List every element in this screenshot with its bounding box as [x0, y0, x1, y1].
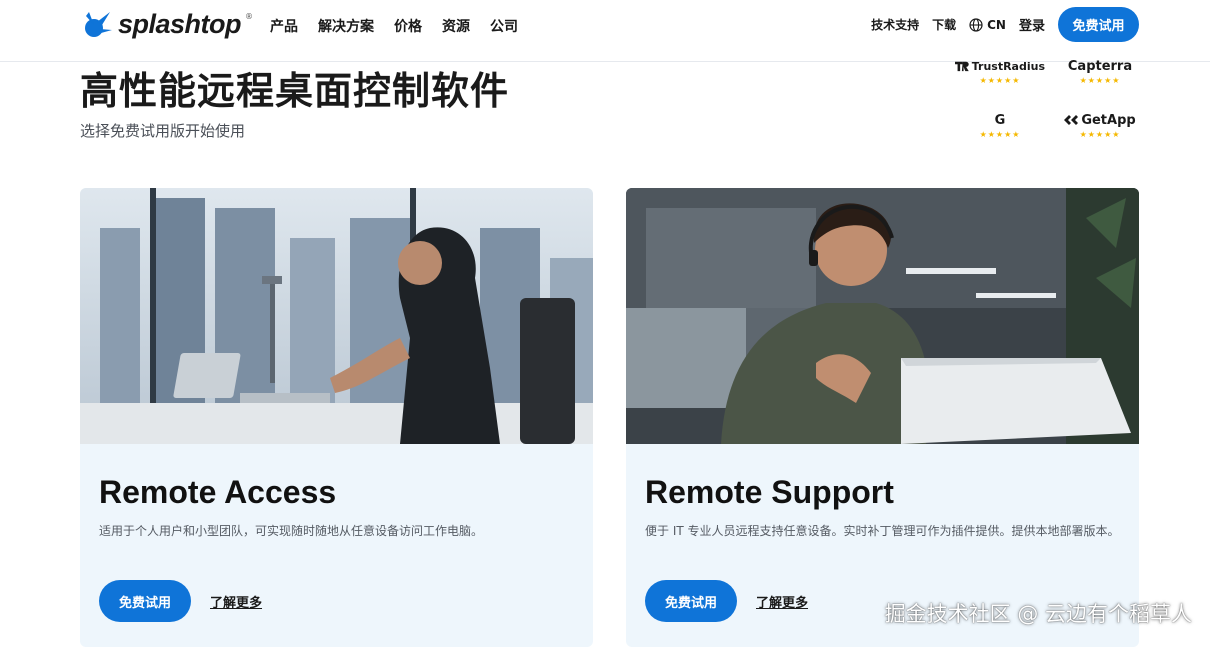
logo-registered-mark: ®: [245, 12, 254, 21]
nav-item-solutions[interactable]: 解决方案: [318, 16, 374, 36]
card-title: Remote Support: [645, 474, 894, 510]
card-description: 便于 IT 专业人员远程支持任意设备。实时补丁管理可作为插件提供。提供本地部署版…: [645, 524, 1120, 538]
rating-stars: ★★★★★: [1079, 76, 1121, 85]
capterra-label: Capterra: [1067, 58, 1133, 74]
nav-item-products[interactable]: 产品: [270, 16, 298, 36]
page-subtitle: 选择免费试用版开始使用: [80, 122, 246, 140]
nav-item-resources[interactable]: 资源: [442, 16, 470, 36]
card-remote-access: Remote Access 适用于个人用户和小型团队，可实现随时随地从任意设备访…: [80, 188, 593, 647]
office-woman-laptop-image: [80, 188, 593, 444]
rating-g2[interactable]: G ★★★★★: [955, 112, 1045, 140]
page-title: 高性能远程桌面控制软件: [80, 69, 510, 113]
logo-text: splashtop: [118, 8, 242, 39]
nav-item-pricing[interactable]: 价格: [394, 16, 422, 36]
support-agent-headset-image: [626, 188, 1139, 444]
language-selector[interactable]: CN: [969, 18, 1006, 32]
download-link[interactable]: 下载: [932, 16, 956, 33]
watermark-text: 掘金技术社区 @ 云边有个稻草人: [884, 602, 1192, 626]
utility-nav: 技术支持 下载 CN 登录 免费试用: [871, 7, 1139, 42]
trustradius-icon: [955, 61, 969, 72]
header-trial-button[interactable]: 免费试用: [1058, 7, 1139, 42]
rating-capterra[interactable]: Capterra ★★★★★: [1055, 58, 1145, 86]
login-link[interactable]: 登录: [1019, 15, 1045, 34]
language-label: CN: [987, 17, 1006, 32]
rating-stars: ★★★★★: [979, 76, 1021, 85]
main-nav: 产品 解决方案 价格 资源 公司: [270, 16, 518, 36]
rating-stars: ★★★★★: [979, 130, 1021, 139]
card-trial-button[interactable]: 免费试用: [99, 580, 191, 622]
card-description: 适用于个人用户和小型团队，可实现随时随地从任意设备访问工作电脑。: [99, 524, 484, 538]
card-remote-support: Remote Support 便于 IT 专业人员远程支持任意设备。实时补丁管理…: [626, 188, 1139, 647]
trustradius-label: TrustRadius: [971, 59, 1045, 73]
splash-icon: [85, 12, 112, 37]
g2-label: G: [994, 112, 1006, 128]
support-link[interactable]: 技术支持: [871, 16, 919, 33]
card-learn-more-link[interactable]: 了解更多: [210, 592, 262, 611]
card-trial-button[interactable]: 免费试用: [645, 580, 737, 622]
getapp-label: GetApp: [1081, 112, 1136, 128]
nav-item-company[interactable]: 公司: [490, 16, 518, 36]
review-ratings: TrustRadius ★★★★★ Capterra ★★★★★ G ★★★★★…: [955, 56, 1145, 148]
site-header: splashtop ® 产品 解决方案 价格 资源 公司 技术支持 下载 CN …: [0, 0, 1210, 62]
rating-getapp[interactable]: GetApp ★★★★★: [1055, 112, 1145, 139]
getapp-icon: [1064, 115, 1079, 125]
rating-trustradius[interactable]: TrustRadius ★★★★★: [955, 58, 1045, 85]
splashtop-logo[interactable]: splashtop ®: [80, 8, 253, 40]
globe-icon: [969, 17, 983, 32]
rating-stars: ★★★★★: [1079, 130, 1121, 139]
card-learn-more-link[interactable]: 了解更多: [756, 592, 808, 611]
card-title: Remote Access: [99, 474, 337, 510]
